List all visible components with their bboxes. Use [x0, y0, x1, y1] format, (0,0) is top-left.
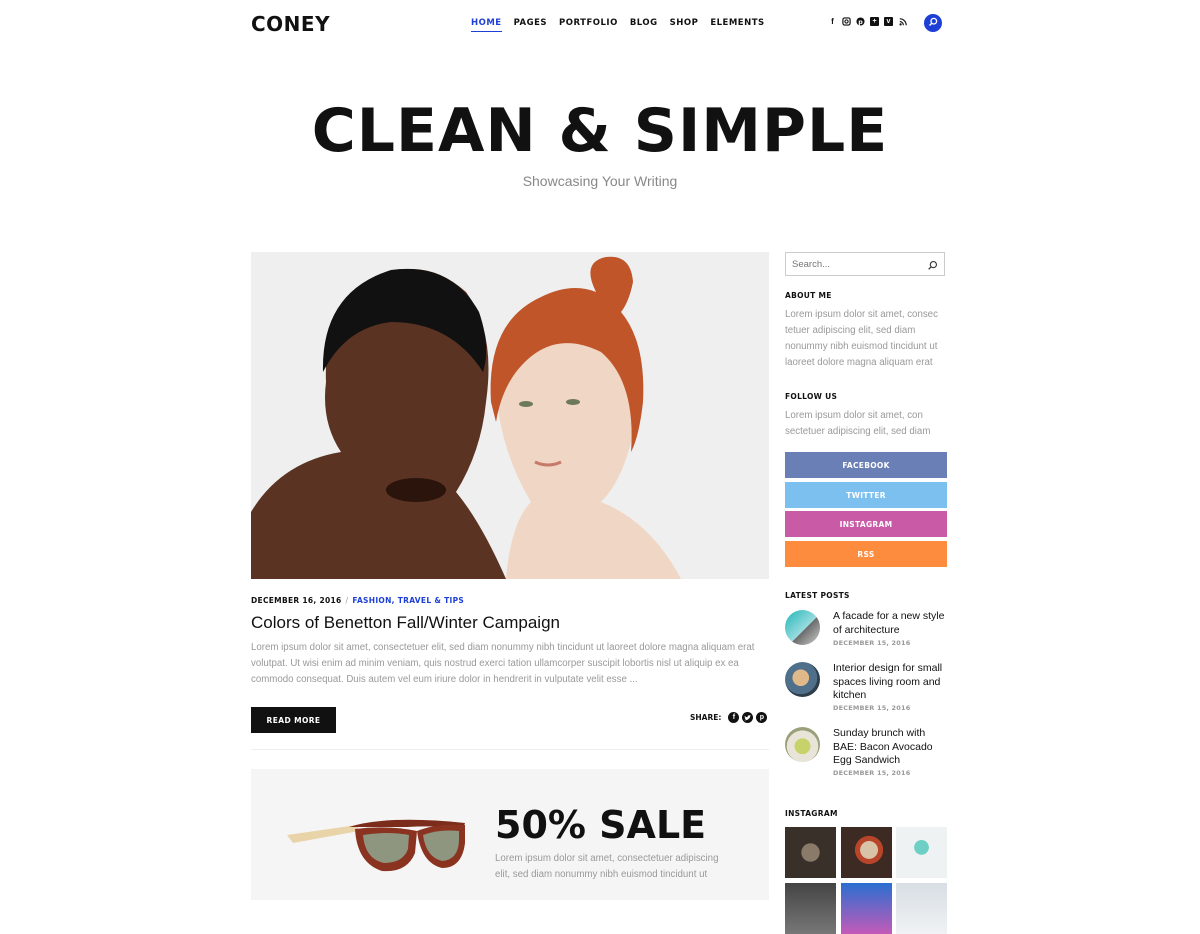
facebook-button[interactable]: FACEBOOK	[785, 452, 947, 478]
instagram-heading: INSTAGRAM	[785, 809, 838, 818]
search-input[interactable]	[786, 253, 928, 275]
latest-posts-heading: LATEST POSTS	[785, 591, 850, 600]
instagram-thumbnail[interactable]	[785, 827, 836, 878]
meta-separator: /	[345, 596, 349, 605]
instagram-icon[interactable]	[842, 17, 851, 26]
nav-item-elements[interactable]: ELEMENTS	[710, 18, 764, 32]
pinterest-icon[interactable]: p	[856, 17, 865, 26]
nav-item-pages[interactable]: PAGES	[514, 18, 547, 32]
sidebar-search	[785, 252, 945, 276]
post-categories[interactable]: FASHION, TRAVEL & TIPS	[352, 596, 464, 605]
instagram-thumbnail[interactable]	[841, 883, 892, 934]
sunglasses-image	[287, 819, 465, 872]
nav-item-blog[interactable]: BLOG	[630, 18, 658, 32]
post-title[interactable]: Colors of Benetton Fall/Winter Campaign	[251, 613, 560, 633]
post-meta: DECEMBER 16, 2016/FASHION, TRAVEL & TIPS	[251, 596, 464, 605]
rss-button[interactable]: RSS	[785, 541, 947, 567]
latest-post-date: DECEMBER 15, 2016	[833, 639, 911, 647]
facebook-icon[interactable]: f	[828, 17, 837, 26]
about-text: Lorem ipsum dolor sit amet, consec tetue…	[785, 309, 938, 368]
follow-heading: FOLLOW US	[785, 392, 838, 401]
read-more-button[interactable]: READ MORE	[251, 707, 336, 733]
latest-post-date: DECEMBER 15, 2016	[833, 769, 911, 777]
latest-post-title[interactable]: A facade for a new style of architecture	[833, 610, 947, 637]
vimeo-icon[interactable]: v	[884, 17, 893, 26]
search-icon[interactable]	[927, 258, 938, 276]
instagram-thumbnail[interactable]	[896, 827, 947, 878]
hero-title: CLEAN & SIMPLE	[311, 96, 889, 166]
search-icon	[928, 14, 938, 32]
nav-item-portfolio[interactable]: PORTFOLIO	[559, 18, 618, 32]
post-divider	[251, 749, 769, 750]
hero-subtitle: Showcasing Your Writing	[522, 173, 678, 189]
instagram-thumbnail[interactable]	[896, 883, 947, 934]
latest-post-title[interactable]: Sunday brunch with BAE: Bacon Avocado Eg…	[833, 727, 947, 768]
search-button[interactable]	[924, 14, 942, 32]
instagram-thumbnail[interactable]	[785, 883, 836, 934]
post-date: DECEMBER 16, 2016	[251, 596, 342, 605]
pinterest-icon[interactable]: p	[756, 712, 768, 723]
sale-title: 50% SALE	[495, 803, 707, 847]
latest-post-thumbnail[interactable]	[785, 610, 820, 645]
site-logo[interactable]: CONEY	[251, 12, 330, 36]
follow-text: Lorem ipsum dolor sit amet, con sectetue…	[785, 410, 931, 437]
instagram-button[interactable]: INSTAGRAM	[785, 511, 947, 537]
nav-item-shop[interactable]: SHOP	[670, 18, 699, 32]
sale-text: Lorem ipsum dolor sit amet, consectetuer…	[495, 853, 719, 880]
facebook-icon[interactable]: f	[728, 712, 740, 723]
share-label: SHARE:	[690, 713, 722, 722]
latest-post-date: DECEMBER 15, 2016	[833, 704, 911, 712]
plus-icon[interactable]: +	[870, 17, 879, 26]
about-heading: ABOUT ME	[785, 291, 832, 300]
svg-text:p: p	[858, 19, 863, 26]
nav-item-home[interactable]: HOME	[471, 18, 502, 32]
twitter-button[interactable]: TWITTER	[785, 482, 947, 508]
latest-post-thumbnail[interactable]	[785, 727, 820, 762]
main-nav: HOME PAGES PORTFOLIO BLOG SHOP ELEMENTS	[471, 18, 765, 32]
post-excerpt: Lorem ipsum dolor sit amet, consectetuer…	[251, 642, 755, 685]
twitter-icon[interactable]	[742, 712, 754, 723]
instagram-thumbnail[interactable]	[841, 827, 892, 878]
post-featured-image[interactable]	[251, 252, 769, 579]
rss-icon[interactable]	[898, 17, 907, 26]
latest-post-thumbnail[interactable]	[785, 662, 820, 697]
share-bar: SHARE: f p	[690, 712, 768, 723]
sale-banner[interactable]: 50% SALE Lorem ipsum dolor sit amet, con…	[251, 769, 769, 900]
latest-post-title[interactable]: Interior design for small spaces living …	[833, 662, 947, 703]
header-social-links: f p + v	[828, 17, 907, 26]
